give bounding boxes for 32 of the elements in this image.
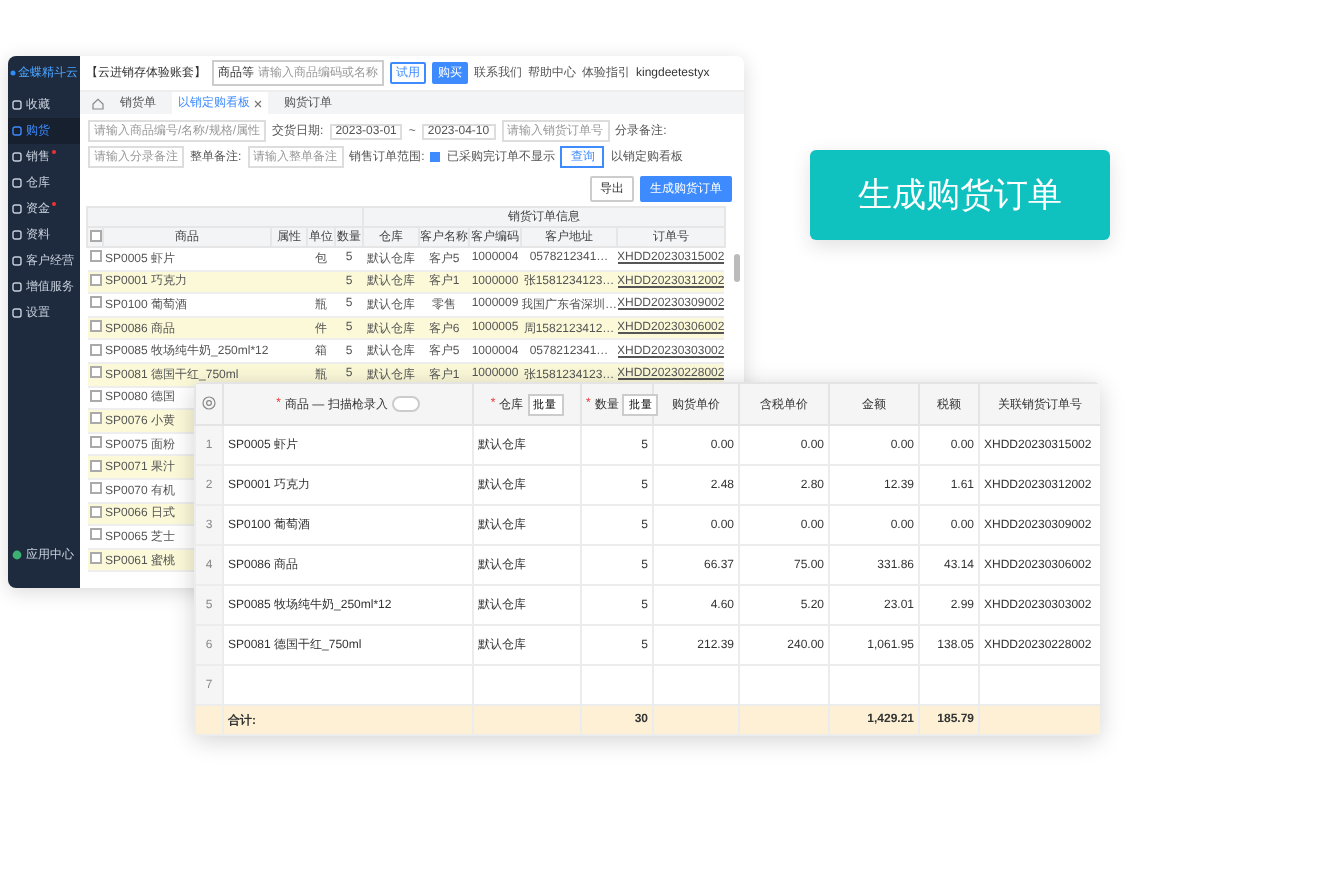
checkbox[interactable] (89, 343, 101, 356)
menu-item-icon (12, 230, 22, 240)
checkbox[interactable] (89, 366, 101, 379)
checkbox[interactable] (89, 229, 101, 241)
checkbox[interactable] (89, 250, 101, 263)
menu-item-icon (12, 308, 22, 318)
checkbox[interactable] (89, 320, 101, 333)
close-icon[interactable] (254, 99, 262, 107)
checkbox[interactable] (89, 273, 101, 286)
menu-item-icon (12, 178, 22, 188)
checkbox[interactable] (89, 505, 101, 518)
home-icon[interactable] (92, 97, 104, 109)
checkbox[interactable] (89, 482, 101, 495)
banner: 生成购货订单 (810, 150, 1110, 240)
menu-item-icon (12, 256, 22, 266)
scrollbar[interactable] (734, 254, 740, 282)
checkbox[interactable] (89, 528, 101, 541)
scan-toggle[interactable] (391, 396, 420, 412)
checkbox[interactable] (89, 436, 101, 449)
checkbox[interactable] (89, 459, 101, 472)
logo-icon (10, 68, 16, 78)
menu-item-icon (12, 282, 22, 292)
menu-item-icon (12, 100, 22, 110)
menu-item-icon (12, 204, 22, 214)
checkbox[interactable] (430, 152, 441, 162)
checkbox[interactable] (89, 389, 101, 402)
menu-item-icon (12, 152, 22, 162)
checkbox[interactable] (89, 412, 101, 425)
checkbox[interactable] (89, 296, 101, 309)
checkbox[interactable] (89, 552, 101, 565)
menu-item-icon (12, 126, 22, 136)
settings-icon[interactable] (202, 395, 216, 409)
